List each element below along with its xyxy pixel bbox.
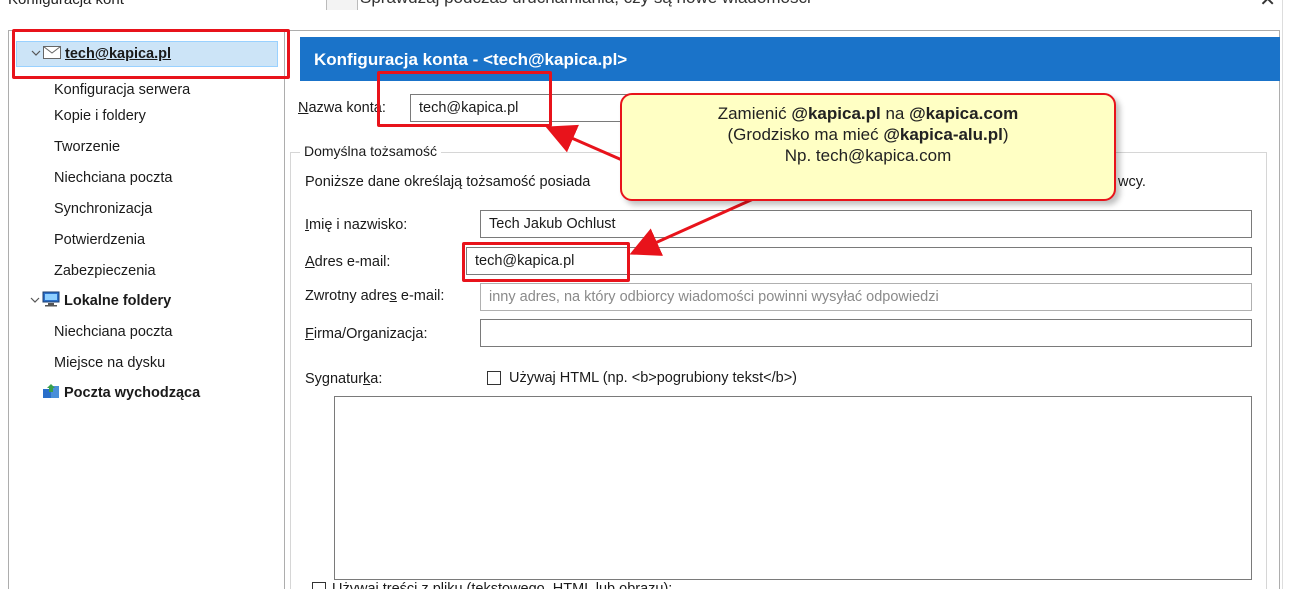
- annotation-arrows: [545, 124, 761, 256]
- callout-line-1: Zamienić @kapica.pl na @kapica.com: [717, 104, 1019, 123]
- callout-line-3: Np. tech@kapica.com: [784, 146, 952, 165]
- callout-line-2: (Grodzisko ma mieć @kapica-alu.pl): [727, 125, 1009, 144]
- annotation-callout: Zamienić @kapica.pl na @kapica.com (Grod…: [620, 93, 1116, 201]
